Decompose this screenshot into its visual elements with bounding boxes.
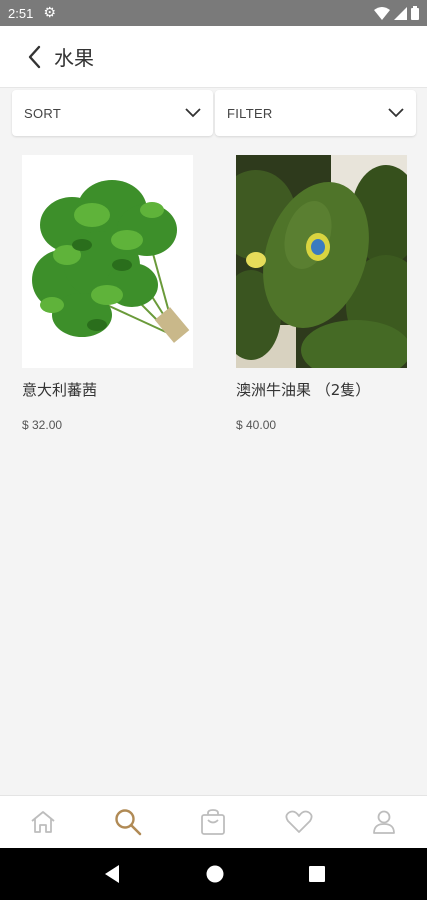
product-card[interactable]: 意大利蕃茜 $ 32.00	[22, 155, 193, 432]
signal-icon	[394, 6, 407, 20]
status-bar: 2:51 ⚙	[0, 0, 427, 26]
avocado-image[interactable]	[236, 155, 407, 368]
page-title: 水果	[54, 46, 94, 70]
filter-label: FILTER	[227, 105, 273, 121]
product-name[interactable]: 澳洲牛油果 （2隻）	[236, 378, 407, 402]
heart-icon	[285, 810, 313, 833]
user-icon	[373, 810, 396, 834]
nav-account[interactable]	[362, 800, 406, 844]
product-card[interactable]: 澳洲牛油果 （2隻） $ 40.00	[236, 155, 407, 432]
system-home-icon[interactable]	[206, 865, 224, 883]
product-name[interactable]: 意大利蕃茜	[22, 378, 193, 402]
filter-dropdown[interactable]: FILTER	[215, 90, 416, 136]
shopping-bag-icon	[201, 809, 226, 835]
settings-gear-icon: ⚙	[43, 5, 56, 21]
nav-home[interactable]	[21, 800, 65, 844]
system-nav-bar	[0, 848, 427, 900]
wifi-icon	[374, 6, 390, 20]
nav-search[interactable]	[106, 800, 150, 844]
search-icon	[115, 809, 142, 836]
system-back-icon[interactable]	[103, 864, 121, 884]
system-recents-icon[interactable]	[308, 866, 325, 882]
status-time: 2:51	[8, 5, 34, 21]
sort-dropdown[interactable]: SORT	[12, 90, 213, 136]
product-grid: 意大利蕃茜 $ 32.00 澳洲牛油果 （2隻） $ 40.00	[22, 155, 408, 432]
chevron-left-icon	[28, 45, 41, 68]
sort-label: SORT	[24, 105, 62, 121]
sort-filter-bar: SORT FILTER	[12, 90, 416, 136]
status-icons	[374, 6, 419, 20]
product-price: $ 32.00	[22, 418, 63, 432]
nav-wishlist[interactable]	[277, 800, 321, 844]
back-button[interactable]	[8, 26, 60, 88]
chevron-down-icon	[185, 108, 201, 118]
app-bar: 水果	[0, 26, 427, 88]
nav-cart[interactable]	[191, 800, 235, 844]
battery-icon	[411, 6, 419, 20]
parsley-image[interactable]	[22, 155, 193, 368]
home-icon	[31, 811, 55, 833]
bottom-nav	[0, 795, 427, 848]
chevron-down-icon	[388, 108, 404, 118]
product-price: $ 40.00	[236, 418, 277, 432]
